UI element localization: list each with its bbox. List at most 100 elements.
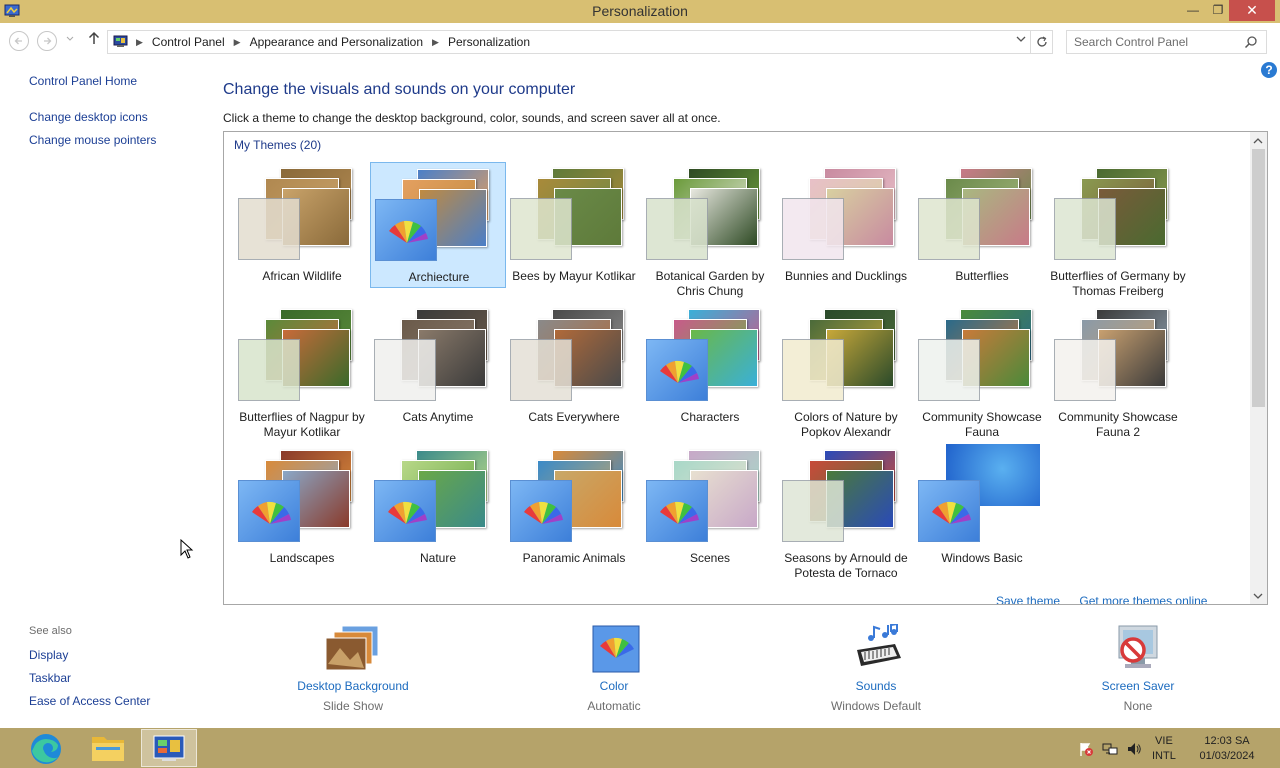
breadcrumb-separator-icon[interactable]: ▶ — [234, 37, 241, 48]
theme-tile[interactable]: Scenes — [642, 444, 778, 570]
theme-preview — [778, 162, 914, 268]
control-panel-icon — [153, 735, 185, 761]
clock-date: 01/03/2024 — [1199, 750, 1255, 762]
up-button[interactable] — [87, 30, 101, 51]
control-panel-home-link[interactable]: Control Panel Home — [29, 74, 137, 88]
color-fan-icon — [660, 360, 699, 383]
theme-color-swatch — [238, 339, 300, 401]
theme-name: Community Showcase Fauna 2 — [1058, 410, 1178, 439]
theme-tile[interactable]: Botanical Garden by Chris Chung — [642, 162, 778, 298]
theme-name: Community Showcase Fauna — [922, 410, 1042, 439]
scrollbar-thumb[interactable] — [1252, 149, 1265, 407]
language-code: VIE — [1155, 735, 1173, 747]
scroll-up-icon[interactable] — [1253, 136, 1263, 146]
screen-saver-value: None — [1123, 699, 1153, 713]
desktop-background-setting[interactable]: Desktop Background Slide Show — [273, 624, 433, 713]
theme-tile[interactable]: Butterflies of Germany by Thomas Freiber… — [1050, 162, 1186, 298]
theme-tile[interactable]: Nature — [370, 444, 506, 570]
recent-locations-dropdown[interactable] — [66, 34, 74, 44]
input-language-indicator[interactable]: VIE INTL — [1152, 734, 1176, 764]
sounds-label[interactable]: Sounds — [796, 679, 956, 693]
theme-name: Cats Anytime — [402, 410, 474, 424]
display-link[interactable]: Display — [29, 648, 68, 662]
clock[interactable]: 12:03 SA 01/03/2024 — [1188, 734, 1266, 764]
breadcrumb-control-panel[interactable]: Control Panel — [152, 35, 225, 49]
color-setting[interactable]: Color Automatic — [534, 624, 694, 713]
desktop-background-icon[interactable] — [324, 624, 382, 674]
screen-saver-icon[interactable] — [1109, 624, 1167, 674]
theme-tile[interactable]: Cats Anytime — [370, 303, 506, 429]
network-icon[interactable] — [1102, 741, 1118, 757]
theme-name: Scenes — [689, 551, 731, 565]
theme-tile[interactable]: Characters — [642, 303, 778, 429]
theme-preview — [914, 162, 1050, 268]
back-button[interactable] — [9, 31, 29, 51]
color-label[interactable]: Color — [534, 679, 694, 693]
refresh-button[interactable] — [1030, 31, 1052, 53]
scroll-down-icon[interactable] — [1253, 592, 1263, 602]
search-box[interactable] — [1066, 30, 1267, 54]
color-fan-icon — [388, 501, 427, 524]
breadcrumb-appearance[interactable]: Appearance and Personalization — [250, 35, 423, 49]
close-button[interactable]: ✕ — [1229, 0, 1275, 21]
themes-scrollbar[interactable] — [1250, 132, 1267, 604]
theme-tile[interactable]: Panoramic Animals — [506, 444, 642, 570]
theme-preview — [234, 303, 370, 409]
sounds-setting[interactable]: Sounds Windows Default — [796, 622, 956, 713]
sounds-icon[interactable] — [847, 622, 905, 674]
address-bar[interactable]: ▶ Control Panel ▶ Appearance and Persona… — [107, 30, 1053, 54]
change-mouse-pointers-link[interactable]: Change mouse pointers — [29, 133, 156, 147]
my-themes-group-title[interactable]: My Themes (20) — [234, 138, 321, 152]
arrow-up-icon — [88, 31, 100, 44]
theme-tile[interactable]: African Wildlife — [234, 162, 370, 288]
theme-tile[interactable]: Archiecture — [370, 162, 506, 288]
navigation-bar: ▶ Control Panel ▶ Appearance and Persona… — [0, 28, 1280, 54]
desktop-background-label[interactable]: Desktop Background — [273, 679, 433, 693]
color-fan-icon — [510, 480, 572, 542]
address-dropdown[interactable] — [1016, 35, 1026, 46]
volume-icon[interactable] — [1126, 741, 1142, 757]
search-input[interactable] — [1074, 32, 1244, 52]
theme-name: Cats Everywhere — [528, 410, 620, 424]
theme-tile[interactable]: Landscapes — [234, 444, 370, 570]
theme-tile[interactable]: Colors of Nature by Popkov Alexandr — [778, 303, 914, 439]
color-icon[interactable] — [585, 624, 643, 674]
theme-tile[interactable]: Butterflies — [914, 162, 1050, 288]
theme-color-swatch — [238, 198, 300, 260]
save-theme-link[interactable]: Save theme — [996, 594, 1060, 604]
ease-of-access-link[interactable]: Ease of Access Center — [29, 694, 150, 708]
get-more-themes-link[interactable]: Get more themes online — [1079, 594, 1207, 604]
theme-tile[interactable]: Community Showcase Fauna 2 — [1050, 303, 1186, 439]
file-explorer-taskbar-button[interactable] — [80, 729, 136, 767]
theme-tile[interactable]: Bees by Mayur Kotlikar — [506, 162, 642, 288]
taskbar-link[interactable]: Taskbar — [29, 671, 71, 685]
change-desktop-icons-link[interactable]: Change desktop icons — [29, 110, 148, 124]
theme-tile[interactable]: Seasons by Arnould de Potesta de Tornaco — [778, 444, 914, 580]
theme-tile[interactable]: Cats Everywhere — [506, 303, 642, 429]
theme-preview — [914, 444, 1050, 550]
theme-color-swatch — [510, 339, 572, 401]
help-icon[interactable]: ? — [1261, 62, 1277, 78]
theme-preview — [1050, 303, 1186, 409]
theme-preview — [778, 444, 914, 550]
theme-tile[interactable]: Bunnies and Ducklings — [778, 162, 914, 288]
theme-name: Nature — [419, 551, 457, 565]
maximize-button[interactable]: ❐ — [1204, 0, 1232, 21]
color-fan-icon — [375, 199, 437, 261]
color-fan-icon — [389, 220, 428, 243]
screen-saver-label[interactable]: Screen Saver — [1058, 679, 1218, 693]
screen-saver-setting[interactable]: Screen Saver None — [1058, 624, 1218, 713]
breadcrumb-personalization[interactable]: Personalization — [448, 35, 530, 49]
edge-taskbar-button[interactable] — [18, 729, 74, 767]
theme-tile[interactable]: Butterflies of Nagpur by Mayur Kotlikar — [234, 303, 370, 439]
chevron-down-icon — [1016, 36, 1026, 42]
theme-tile[interactable]: Community Showcase Fauna — [914, 303, 1050, 439]
minimize-button[interactable]: — — [1179, 0, 1207, 21]
theme-tile[interactable]: Windows Basic — [914, 444, 1050, 570]
control-panel-taskbar-button[interactable] — [141, 729, 197, 767]
action-center-flag-icon[interactable] — [1078, 741, 1094, 757]
forward-button[interactable] — [37, 31, 57, 51]
breadcrumb-separator-icon[interactable]: ▶ — [432, 37, 439, 48]
theme-color-swatch — [1054, 339, 1116, 401]
sounds-value: Windows Default — [830, 699, 922, 713]
